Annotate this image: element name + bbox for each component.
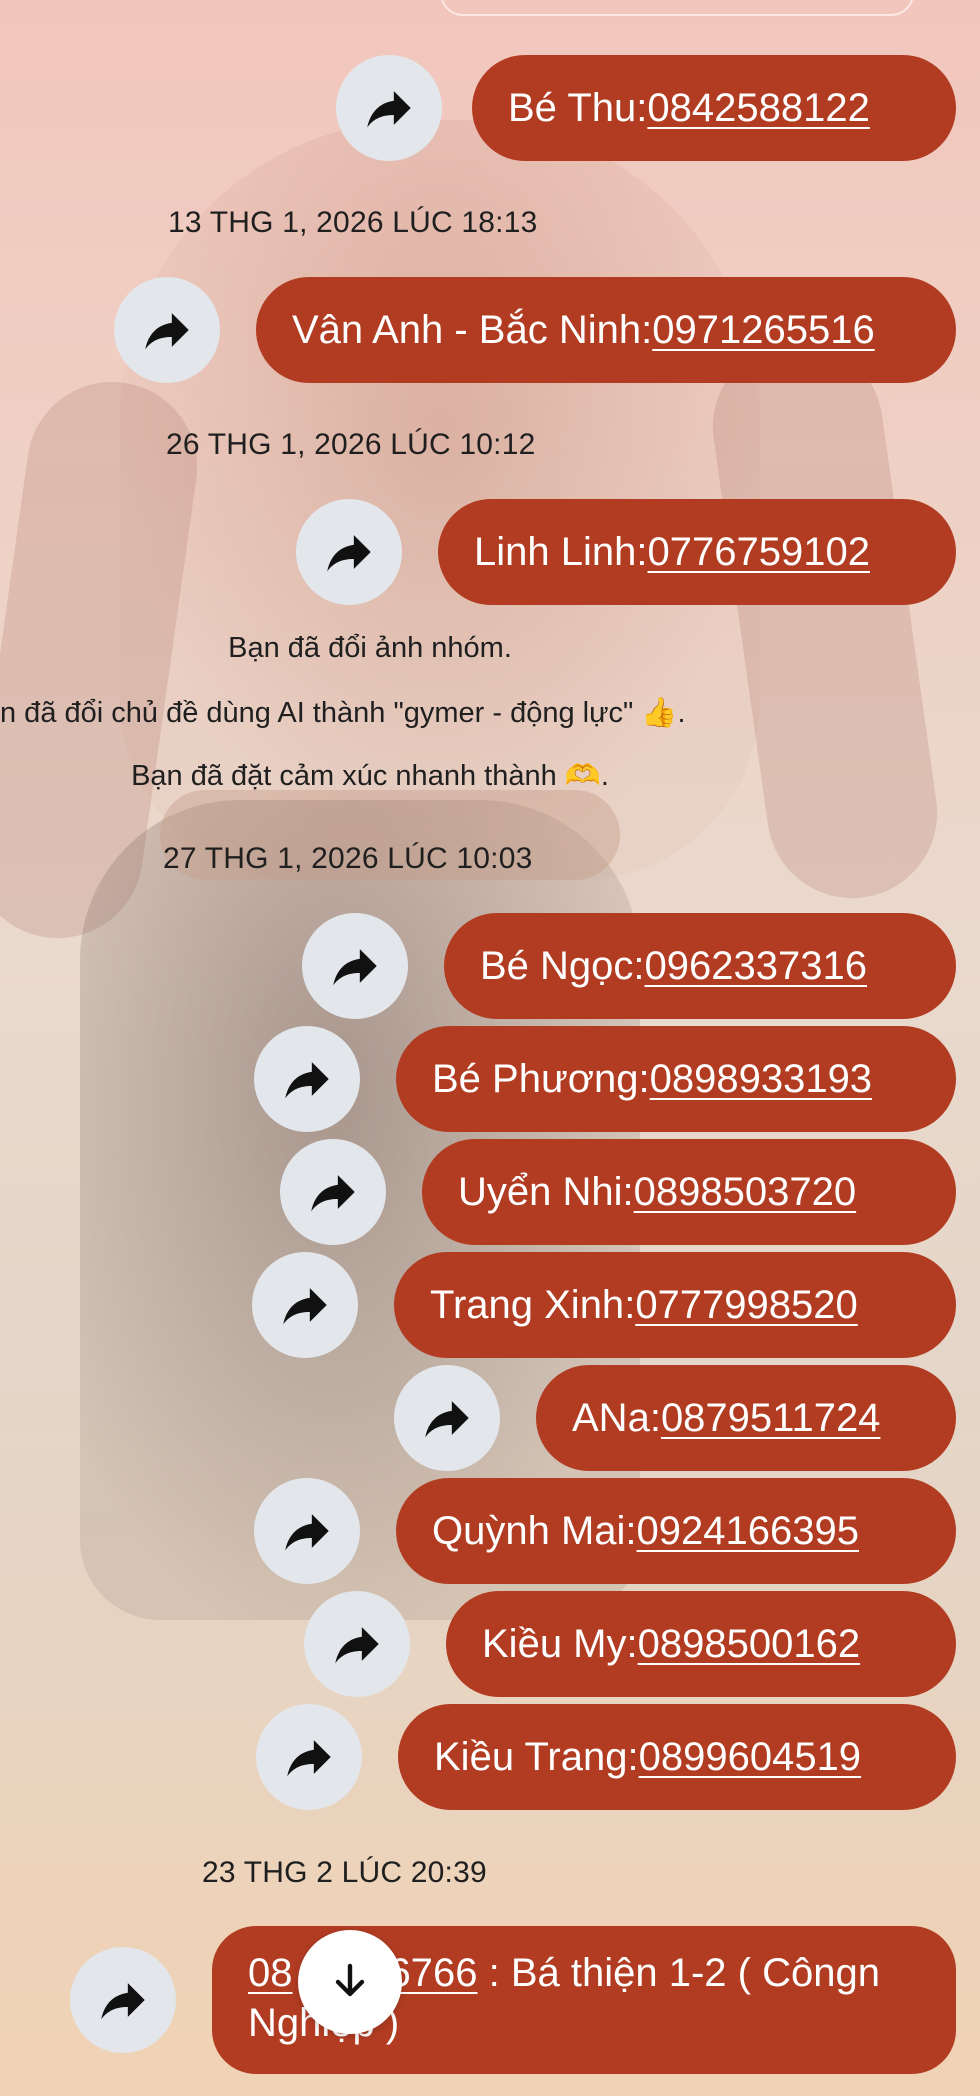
contact-name: Kiều Trang (434, 1734, 628, 1779)
separator: : (641, 307, 653, 352)
separator: : (622, 1169, 634, 1214)
message-row: Quỳnh Mai : 0924166395 (254, 1478, 956, 1584)
message-row: Bé Thu : 0842588122 (336, 55, 956, 161)
share-arrow-icon (425, 1401, 469, 1438)
phone-link[interactable]: 0898500162 (638, 1622, 860, 1667)
separator: : (633, 943, 645, 988)
phone-link[interactable]: 0898933193 (650, 1057, 872, 1102)
phone-link[interactable]: 0962337316 (645, 944, 867, 989)
share-arrow-icon (335, 1627, 379, 1664)
message-row: Vân Anh - Bắc Ninh :0971265516 (114, 277, 956, 383)
system-message-photo: Bạn đã đổi ảnh nhóm. (228, 632, 512, 664)
share-arrow-icon (285, 1062, 329, 1099)
share-button[interactable] (252, 1252, 358, 1358)
phone-link[interactable]: 08 (248, 1951, 293, 1995)
phone-link[interactable]: 0777998520 (635, 1283, 857, 1328)
share-arrow-icon (367, 91, 411, 128)
message-bubble[interactable]: Kiều My : 0898500162 (446, 1591, 956, 1697)
share-button[interactable] (304, 1591, 410, 1697)
share-arrow-icon (101, 1983, 145, 2020)
share-button[interactable] (302, 913, 408, 1019)
message-bubble[interactable]: Bé Phương : 0898933193 (396, 1026, 956, 1132)
share-button[interactable] (254, 1026, 360, 1132)
message-bubble[interactable]: Uyển Nhi : 0898503720 (422, 1139, 956, 1245)
phone-link[interactable]: 0776759102 (648, 530, 870, 575)
contact-name: Vân Anh - Bắc Ninh (292, 307, 642, 352)
contact-name: Kiều My (482, 1621, 627, 1666)
message-bubble[interactable]: Trang Xinh : 0777998520 (394, 1252, 956, 1358)
separator: : (627, 1734, 639, 1779)
phone-link[interactable]: 0879511724 (661, 1396, 881, 1441)
message-row: Uyển Nhi : 0898503720 (280, 1139, 956, 1245)
message-row: Bé Phương : 0898933193 (254, 1026, 956, 1132)
separator: : (649, 1395, 661, 1440)
share-arrow-icon (311, 1175, 355, 1212)
separator: : (636, 85, 648, 130)
message-bubble[interactable]: Kiều Trang : 0899604519 (398, 1704, 956, 1810)
contact-name: Bé Thu (508, 85, 637, 130)
share-button[interactable] (336, 55, 442, 161)
phone-link[interactable]: 0971265516 (652, 308, 874, 353)
contact-name: ANa (572, 1395, 650, 1440)
contact-name: Bé Phương (432, 1056, 639, 1101)
share-arrow-icon (287, 1740, 331, 1777)
share-button[interactable] (256, 1704, 362, 1810)
share-arrow-icon (333, 949, 377, 986)
contact-name: Quỳnh Mai (432, 1508, 626, 1553)
share-arrow-icon (285, 1514, 329, 1551)
share-arrow-icon (145, 313, 189, 350)
separator: : (624, 1282, 636, 1327)
share-arrow-icon (283, 1288, 327, 1325)
separator: : (626, 1621, 638, 1666)
message-row: Trang Xinh : 0777998520 (252, 1252, 956, 1358)
share-button[interactable] (280, 1139, 386, 1245)
contact-name: Bé Ngọc (480, 943, 634, 988)
message-row: ANa : 0879511724 (394, 1365, 956, 1471)
phone-link[interactable]: 0898503720 (634, 1170, 856, 1215)
phone-link[interactable]: 0842588122 (647, 86, 869, 131)
separator: : (625, 1508, 637, 1553)
timestamp: 13 THG 1, 2026 LÚC 18:13 (168, 206, 538, 239)
message-bubble[interactable]: Vân Anh - Bắc Ninh :0971265516 (256, 277, 956, 383)
message-bubble[interactable]: ANa : 0879511724 (536, 1365, 956, 1471)
arrow-down-icon (335, 1963, 365, 1997)
timestamp: 27 THG 1, 2026 LÚC 10:03 (163, 842, 533, 875)
timestamp: 26 THG 1, 2026 LÚC 10:12 (166, 428, 536, 461)
scroll-to-bottom-button[interactable] (298, 1930, 402, 2034)
share-button[interactable] (114, 277, 220, 383)
timestamp: 23 THG 2 LÚC 20:39 (202, 1856, 487, 1889)
message-bubble[interactable]: Bé Ngọc : 0962337316 (444, 913, 956, 1019)
message-bubble[interactable]: Quỳnh Mai : 0924166395 (396, 1478, 956, 1584)
message-row: Linh Linh : 0776759102 (296, 499, 956, 605)
contact-name: Linh Linh (474, 529, 637, 574)
phone-link[interactable]: 0899604519 (639, 1735, 861, 1780)
top-pill-outline (440, 0, 914, 16)
share-button[interactable] (254, 1478, 360, 1584)
message-row: Bé Ngọc : 0962337316 (302, 913, 956, 1019)
phone-link[interactable]: 0924166395 (637, 1509, 859, 1554)
share-button[interactable] (394, 1365, 500, 1471)
message-row: Kiều Trang : 0899604519 (256, 1704, 956, 1810)
separator: : (638, 1056, 650, 1101)
contact-name: Trang Xinh (430, 1282, 625, 1327)
system-message-reaction: Bạn đã đặt cảm xúc nhanh thành 🫶. (131, 760, 609, 792)
contact-name: Uyển Nhi (458, 1169, 623, 1214)
share-arrow-icon (327, 535, 371, 572)
system-message-theme: n đã đổi chủ đề dùng AI thành "gymer - đ… (0, 697, 686, 729)
message-text: : Bá thiện 1-2 ( Côngn (477, 1951, 880, 1995)
message-row: Kiều My : 0898500162 (304, 1591, 956, 1697)
share-button[interactable] (296, 499, 402, 605)
phone-link-end[interactable]: 6766 (389, 1951, 478, 1995)
message-bubble[interactable]: Linh Linh : 0776759102 (438, 499, 956, 605)
message-bubble[interactable]: Bé Thu : 0842588122 (472, 55, 956, 161)
share-button[interactable] (70, 1947, 176, 2053)
separator: : (636, 529, 648, 574)
